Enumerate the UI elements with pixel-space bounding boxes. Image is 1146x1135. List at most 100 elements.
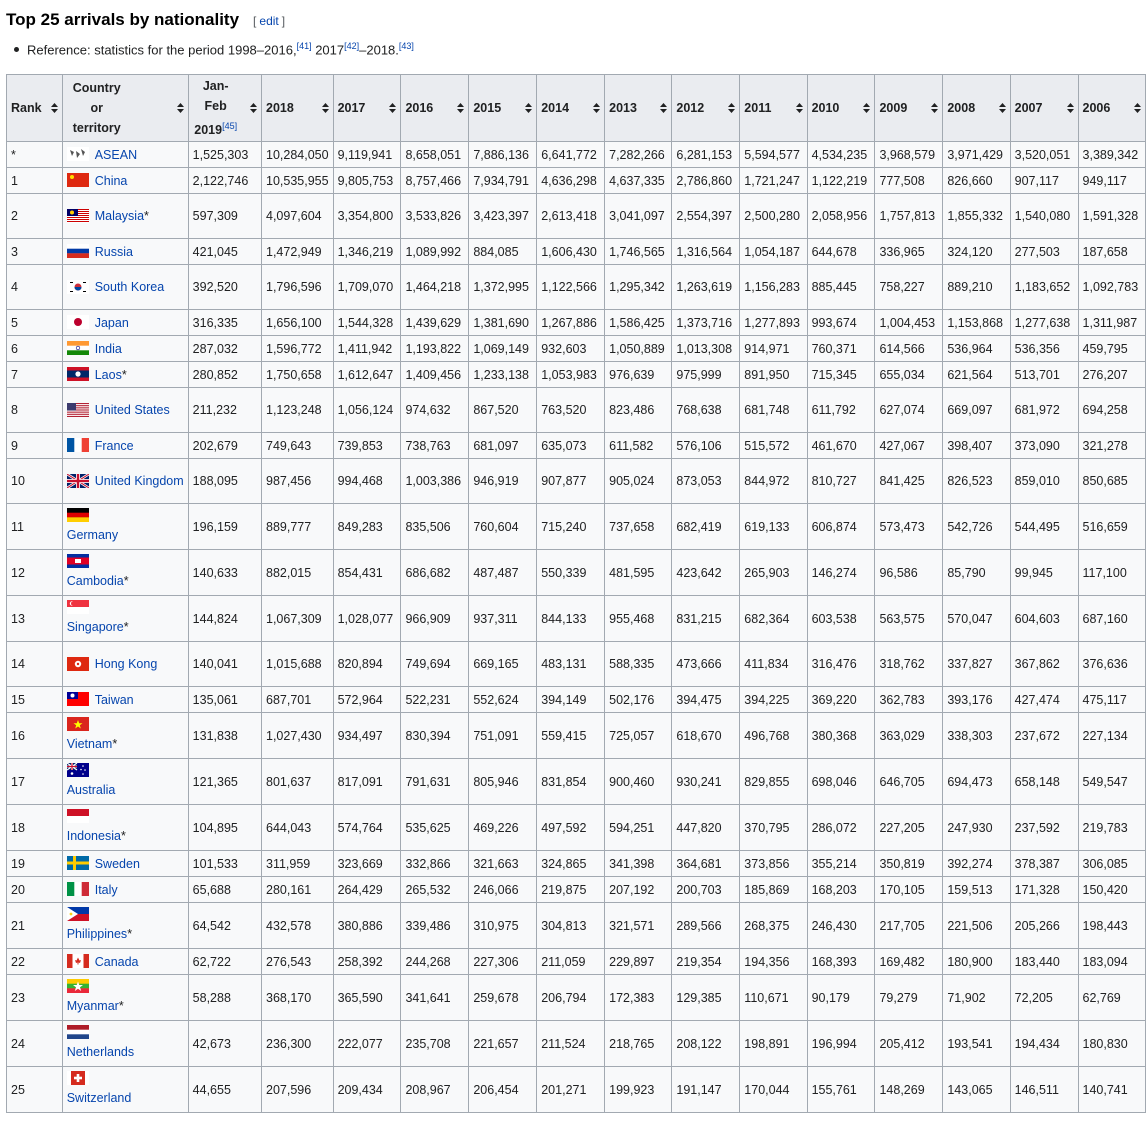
column-header-2015[interactable]: 2015: [468, 74, 538, 142]
country-link[interactable]: France: [95, 439, 134, 453]
sort-icon[interactable]: [321, 103, 329, 113]
country-link[interactable]: Myanmar: [67, 999, 119, 1013]
country-link[interactable]: Germany: [67, 528, 118, 542]
value-cell: 280,852: [187, 361, 263, 388]
value-cell: 378,387: [1009, 850, 1079, 877]
column-header-2006[interactable]: 2006: [1077, 74, 1146, 142]
column-header-rank[interactable]: Rank: [6, 74, 63, 142]
sort-icon[interactable]: [728, 103, 736, 113]
value-cell: 1,464,218: [400, 264, 470, 310]
sort-icon[interactable]: [593, 103, 601, 113]
value-cell: 658,148: [1009, 758, 1079, 805]
sort-icon[interactable]: [931, 103, 939, 113]
value-cell: 199,923: [604, 1066, 673, 1113]
column-header-2008[interactable]: 2008: [942, 74, 1011, 142]
column-header-country-or-territory[interactable]: Country or territory: [61, 74, 189, 142]
column-header-2018[interactable]: 2018: [261, 74, 334, 142]
country-link[interactable]: Japan: [95, 316, 129, 330]
table-row: 10 United Kingdom 188,095 987,456 994,468 1,0…: [6, 458, 1146, 504]
sort-icon[interactable]: [250, 103, 257, 113]
sort-icon[interactable]: [525, 103, 533, 113]
value-cell: 669,165: [468, 641, 538, 687]
value-cell: 1,067,309: [261, 595, 334, 642]
column-header-2013[interactable]: 2013: [604, 74, 673, 142]
sort-icon[interactable]: [998, 103, 1006, 113]
value-cell: 1,123,248: [261, 387, 334, 433]
country-link[interactable]: Switzerland: [67, 1091, 132, 1105]
sort-icon[interactable]: [50, 103, 58, 113]
section-heading: Top 25 arrivals by nationality [edit]: [6, 10, 285, 36]
edit-link[interactable]: edit: [256, 14, 281, 28]
country-link[interactable]: Sweden: [95, 857, 140, 871]
country-link[interactable]: United States: [95, 403, 170, 417]
table-row: 6 India 287,032 1,596,772 1,411,942 1,193,822…: [6, 335, 1146, 362]
column-header-2011[interactable]: 2011: [739, 74, 808, 142]
value-cell: 536,964: [942, 335, 1011, 362]
country-link[interactable]: Taiwan: [95, 693, 134, 707]
country-cell: Japan: [61, 309, 189, 336]
column-header-label: Country or territory: [72, 81, 121, 135]
country-link[interactable]: Laos: [95, 368, 122, 382]
flag-icon-philippines: [66, 906, 89, 921]
country-link[interactable]: Vietnam: [67, 737, 113, 751]
country-link[interactable]: United Kingdom: [95, 474, 184, 488]
table-row: 23 Myanmar* 58,288 368,170 365,590 341,641 259…: [6, 974, 1146, 1021]
sort-icon[interactable]: [1134, 103, 1141, 113]
value-cell: 380,368: [806, 712, 876, 759]
country-link[interactable]: Malaysia: [95, 209, 144, 223]
citation-43[interactable]: [43]: [399, 41, 414, 51]
sort-icon[interactable]: [660, 103, 668, 113]
sort-icon[interactable]: [795, 103, 803, 113]
sort-icon[interactable]: [1066, 103, 1074, 113]
country-link[interactable]: Hong Kong: [95, 657, 158, 671]
value-cell: 570,047: [942, 595, 1011, 642]
column-header-2007[interactable]: 2007: [1009, 74, 1079, 142]
value-cell: 143,065: [942, 1066, 1011, 1113]
country-link[interactable]: Italy: [95, 883, 118, 897]
value-cell: 217,705: [874, 902, 944, 949]
citation-45[interactable]: [45]: [222, 121, 237, 131]
value-cell: 1,544,328: [332, 309, 402, 336]
country-link[interactable]: Cambodia: [67, 574, 124, 588]
country-link[interactable]: Singapore: [67, 620, 124, 634]
value-cell: 946,919: [468, 458, 538, 504]
value-cell: 211,232: [187, 387, 263, 433]
value-cell: 830,394: [400, 712, 470, 759]
country-link[interactable]: Indonesia: [67, 829, 121, 843]
column-header-2012[interactable]: 2012: [671, 74, 741, 142]
column-header-2010[interactable]: 2010: [806, 74, 876, 142]
value-cell: 62,722: [187, 948, 263, 975]
rank-cell: 5: [6, 309, 63, 336]
column-header-2009[interactable]: 2009: [874, 74, 944, 142]
column-header-2017[interactable]: 2017: [332, 74, 402, 142]
country-link[interactable]: ASEAN: [95, 148, 137, 162]
value-cell: 7,886,136: [468, 141, 538, 168]
value-cell: 194,434: [1009, 1020, 1079, 1067]
country-link[interactable]: Netherlands: [67, 1045, 134, 1059]
sort-icon[interactable]: [176, 103, 184, 113]
country-link[interactable]: Canada: [95, 955, 139, 969]
value-cell: 427,067: [874, 432, 944, 459]
column-header-2014[interactable]: 2014: [536, 74, 606, 142]
country-link[interactable]: China: [95, 174, 128, 188]
country-link[interactable]: India: [95, 342, 122, 356]
value-cell: 362,783: [874, 686, 944, 713]
citation-41[interactable]: [41]: [297, 41, 312, 51]
sort-icon[interactable]: [389, 103, 397, 113]
country-link[interactable]: South Korea: [95, 280, 165, 294]
value-cell: 1,054,187: [739, 238, 808, 265]
sort-icon[interactable]: [863, 103, 871, 113]
column-header-2016[interactable]: 2016: [400, 74, 470, 142]
value-cell: 1,053,983: [536, 361, 606, 388]
value-cell: 4,097,604: [261, 193, 334, 239]
value-cell: 681,097: [468, 432, 538, 459]
column-header-jan-feb-2019[interactable]: Jan-Feb 2019[45]: [187, 74, 263, 142]
sort-icon[interactable]: [457, 103, 465, 113]
country-link[interactable]: Australia: [67, 783, 116, 797]
country-link[interactable]: Philippines: [67, 927, 127, 941]
citation-42[interactable]: [42]: [344, 41, 359, 51]
country-link[interactable]: Russia: [95, 245, 133, 259]
value-cell: 183,094: [1077, 948, 1146, 975]
value-cell: 1,855,332: [942, 193, 1011, 239]
rank-cell: 10: [6, 458, 63, 504]
